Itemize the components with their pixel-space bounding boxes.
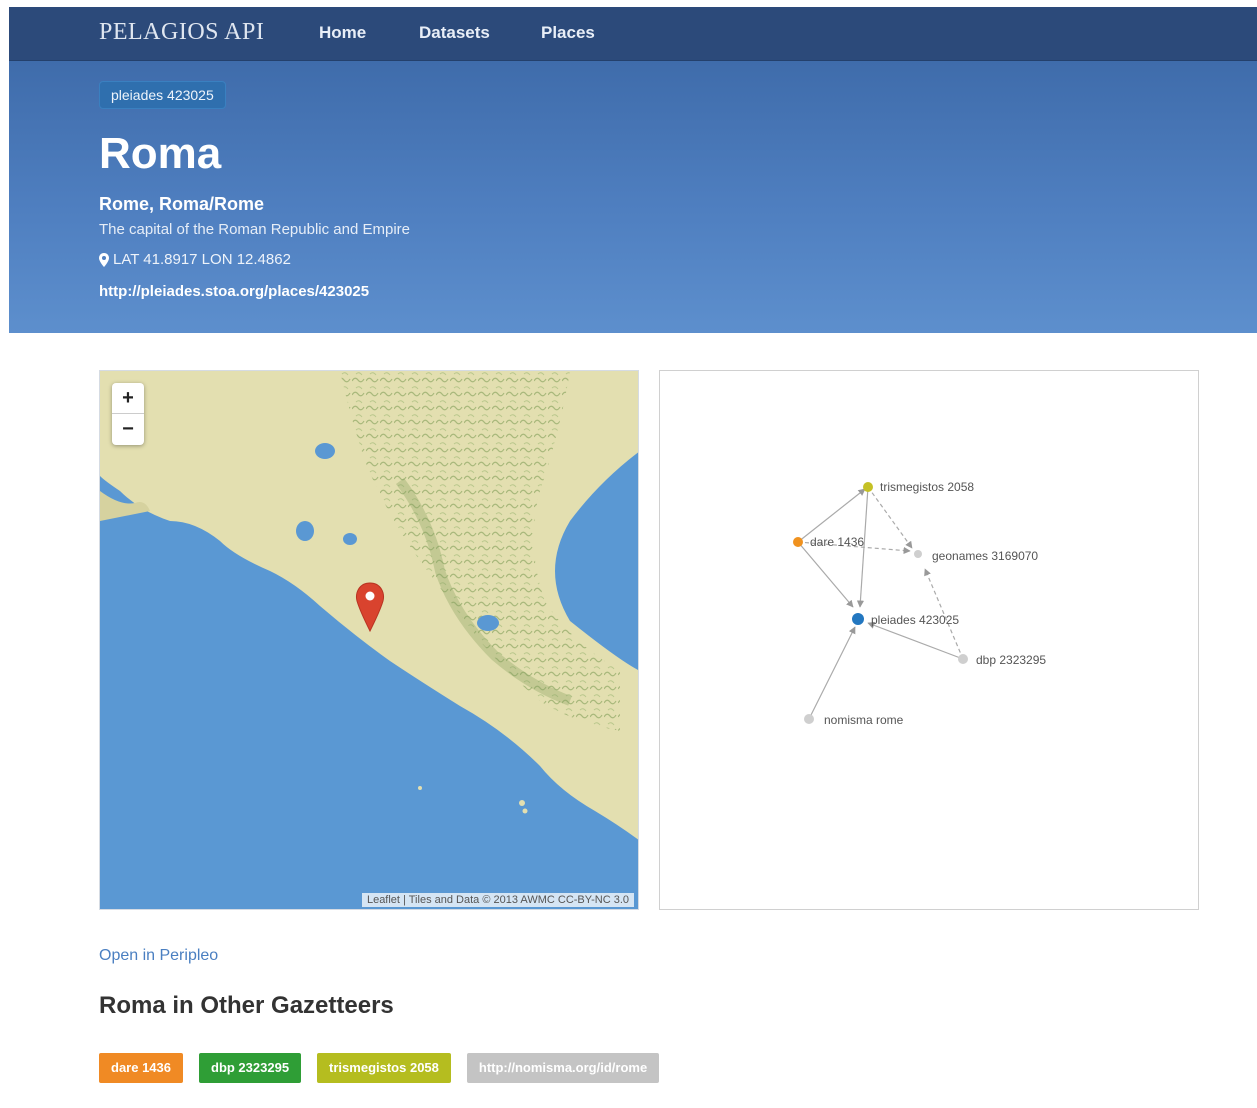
- gazetteer-tag-dare[interactable]: dare 1436: [99, 1053, 183, 1083]
- place-coordinates: LAT 41.8917 LON 12.4862: [99, 251, 291, 268]
- place-uri-link[interactable]: http://pleiades.stoa.org/places/423025: [99, 283, 369, 300]
- map-terrain: [100, 371, 638, 909]
- zoom-out-button[interactable]: −: [112, 414, 144, 445]
- zoom-in-button[interactable]: +: [112, 383, 144, 414]
- graph-node-geonames: geonames 3169070: [914, 549, 1038, 563]
- gazetteer-tag-trismegistos[interactable]: trismegistos 2058: [317, 1053, 451, 1083]
- svg-text:trismegistos 2058: trismegistos 2058: [880, 480, 974, 494]
- graph-node-pleiades: pleiades 423025: [852, 613, 959, 627]
- place-names: Rome, Roma/Rome: [99, 194, 265, 214]
- nav-home[interactable]: Home: [319, 23, 366, 43]
- page-title: Roma: [99, 129, 222, 178]
- gazetteer-tag-list: dare 1436 dbp 2323295 trismegistos 2058 …: [99, 1053, 660, 1083]
- map-marker-icon: [99, 252, 109, 267]
- coordinates-text: LAT 41.8917 LON 12.4862: [113, 251, 291, 268]
- nav-datasets[interactable]: Datasets: [419, 23, 490, 43]
- svg-text:pleiades 423025: pleiades 423025: [871, 613, 959, 627]
- place-header: pleiades 423025 Roma Rome, Roma/Rome The…: [9, 61, 1257, 333]
- graph-node-nomisma: nomisma rome: [804, 713, 904, 727]
- navbar: PELAGIOS API Home Datasets Places: [9, 7, 1257, 61]
- zoom-control: + −: [112, 383, 144, 445]
- svg-text:geonames 3169070: geonames 3169070: [932, 549, 1038, 563]
- map-view[interactable]: + − Leaflet | Tiles and Data © 2013 AWMC…: [99, 370, 639, 910]
- open-in-peripleo-link[interactable]: Open in Peripleo: [99, 947, 218, 965]
- brand-logo[interactable]: PELAGIOS API: [99, 19, 264, 46]
- graph-node-dbp: dbp 2323295: [958, 653, 1046, 667]
- graph-canvas: trismegistos 2058 dare 1436 geonames 316…: [793, 480, 1046, 727]
- gazetteer-tag-nomisma[interactable]: http://nomisma.org/id/rome: [466, 1053, 660, 1083]
- nav-places[interactable]: Places: [541, 23, 595, 43]
- place-description: The capital of the Roman Republic and Em…: [99, 221, 411, 238]
- network-graph[interactable]: trismegistos 2058 dare 1436 geonames 316…: [659, 370, 1199, 910]
- svg-text:nomisma rome: nomisma rome: [824, 713, 904, 727]
- source-badge: pleiades 423025: [99, 81, 226, 109]
- svg-text:dare 1436: dare 1436: [810, 535, 864, 549]
- gazetteer-tag-dbp[interactable]: dbp 2323295: [199, 1053, 302, 1083]
- svg-text:dbp 2323295: dbp 2323295: [976, 653, 1046, 667]
- graph-edges: [797, 486, 964, 720]
- section-title: Roma in Other Gazetteers: [99, 992, 394, 1019]
- graph-node-trismegistos: trismegistos 2058: [863, 480, 974, 494]
- map-attribution[interactable]: Leaflet | Tiles and Data © 2013 AWMC CC-…: [361, 893, 634, 907]
